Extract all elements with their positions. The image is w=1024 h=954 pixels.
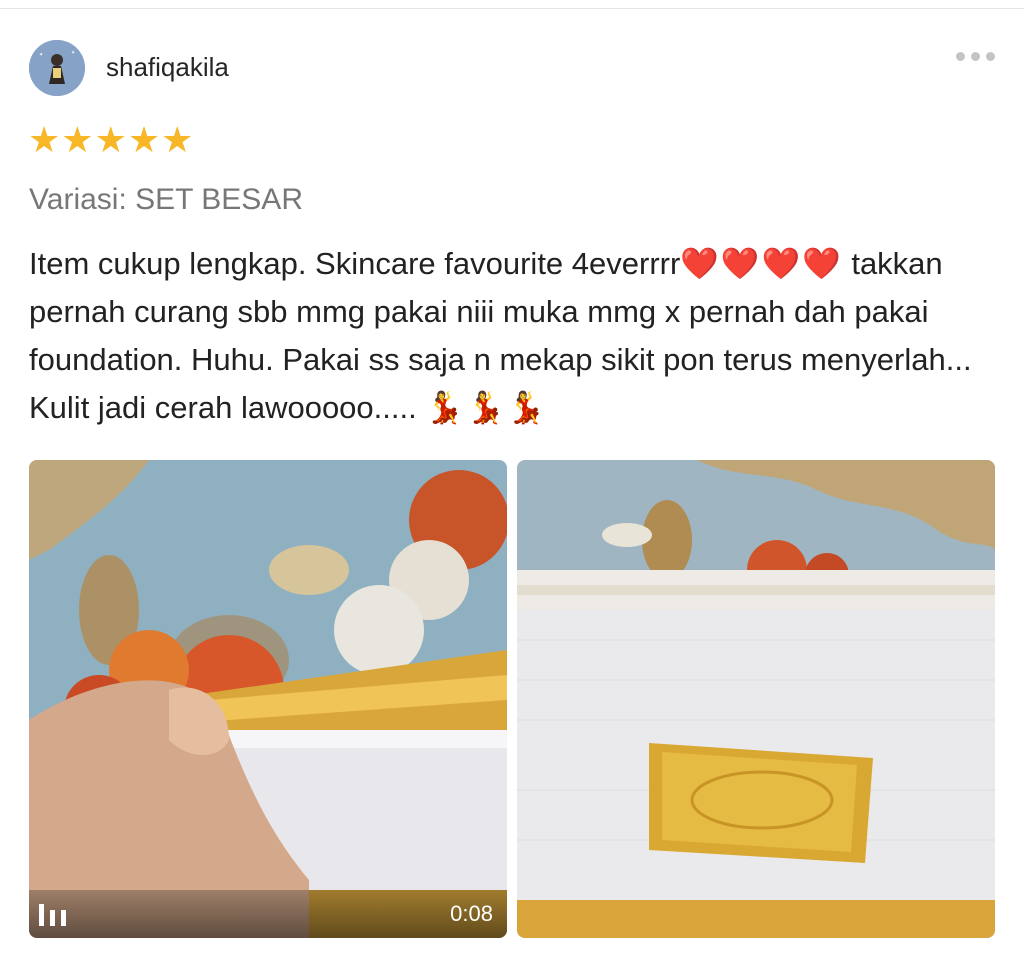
star-icon: ★ [61,119,94,160]
video-bar: 0:08 [29,890,507,938]
review-text-part1: Item cukup lengkap. Skincare favourite 4… [29,246,681,281]
svg-text:✦: ✦ [71,50,75,56]
star-icon: ★ [94,119,127,160]
username[interactable]: shafiqakila [106,52,229,83]
avatar[interactable]: ✦ ✦ [29,40,85,96]
review-video-thumbnail[interactable]: 0:08 [29,460,507,938]
video-bars-icon [39,904,66,926]
video-duration: 0:08 [450,901,493,926]
star-icon: ★ [161,119,194,160]
heart-emojis: ❤️❤️❤️❤️ [680,246,843,281]
svg-text:✦: ✦ [39,52,43,58]
star-icon: ★ [127,119,161,160]
review-text: Item cukup lengkap. Skincare favourite 4… [29,240,1004,432]
variation-label: Variasi: SET BESAR [29,183,303,216]
top-divider [0,8,1024,9]
rating-stars: ★ ★ ★ ★ ★ [28,122,193,158]
dancer-emojis: 💃💃💃 [425,390,548,425]
review-photo-thumbnail[interactable] [517,460,995,938]
more-options-icon[interactable] [956,52,995,61]
star-icon: ★ [28,119,61,160]
